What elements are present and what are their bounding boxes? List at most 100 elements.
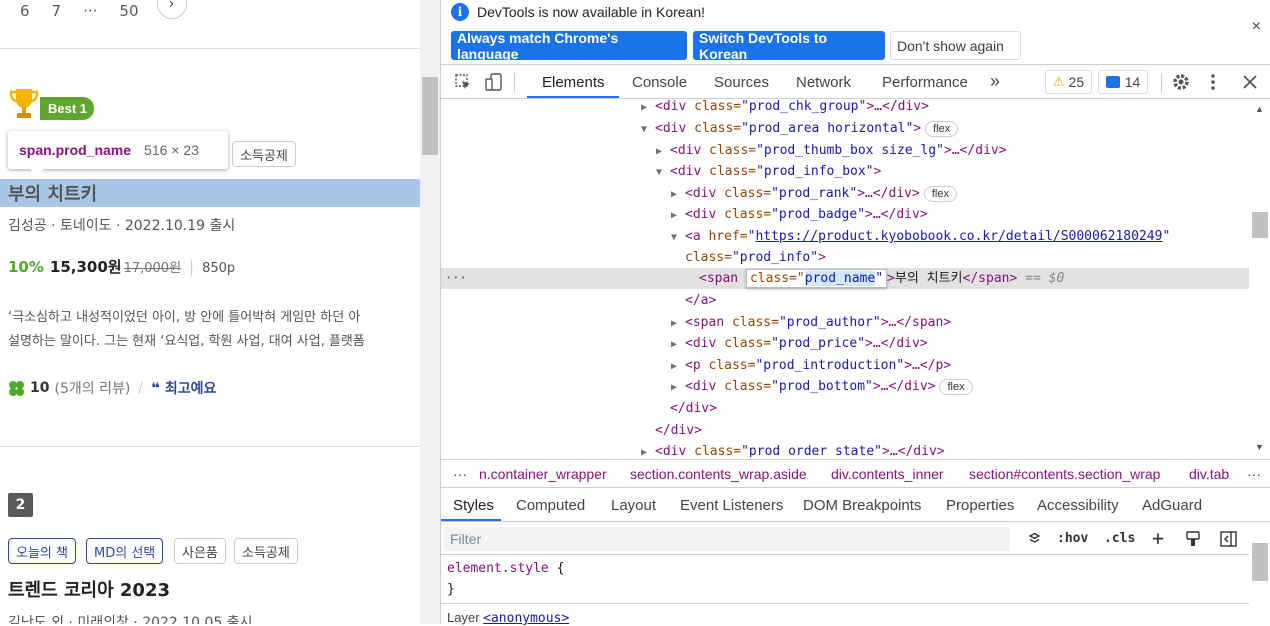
attribute-edit-box[interactable]: class="prod_name" <box>745 269 888 288</box>
dom-node-close[interactable]: </div> <box>655 420 702 441</box>
clover-icon <box>9 380 24 396</box>
scroll-down-arrow-icon[interactable]: ▼ <box>1255 442 1264 452</box>
discount-rate: 10% <box>8 258 44 276</box>
flex-badge[interactable]: flex <box>939 378 973 395</box>
flex-badge[interactable]: flex <box>923 185 957 202</box>
tab-sources[interactable]: Sources <box>714 74 769 91</box>
switch-to-korean-button[interactable]: Switch DevTools to Korean <box>693 30 885 62</box>
issues-counter[interactable]: 14 <box>1098 70 1148 94</box>
tag-gift[interactable]: 사은품 <box>174 538 226 564</box>
settings-gear-icon[interactable] <box>1172 73 1190 91</box>
flex-badge[interactable]: flex <box>925 120 959 137</box>
dom-node[interactable]: ▶ <div class="prod_bottom">…</div> flex <box>671 376 973 397</box>
webpage-panel: 6 7 ··· 50 › Best 1 소득공제 부의 치트키 span.pro… <box>0 0 440 624</box>
more-options-icon[interactable] <box>1210 73 1216 91</box>
breadcrumb: ··· n.container_wrapper section.contents… <box>441 459 1270 488</box>
dom-node[interactable]: ▶ <div class="prod_price">…</div> <box>671 333 928 354</box>
tab-elements[interactable]: Elements <box>542 74 605 91</box>
tag-tax-deduction[interactable]: 소득공제 <box>234 538 298 564</box>
breadcrumb-more-icon[interactable]: ··· <box>1247 466 1261 482</box>
page-scrollbar[interactable] <box>420 0 440 624</box>
dom-node[interactable]: ▼ <div class="prod_area horizontal"> flex <box>641 118 959 139</box>
styles-filter-input[interactable]: Filter <box>444 527 1010 551</box>
review-count[interactable]: (5개의 리뷰) <box>54 378 130 398</box>
breadcrumb-item[interactable]: section#contents.section_wrap <box>969 466 1160 482</box>
page-6-link[interactable]: 6 <box>20 2 30 20</box>
tab-dom-breakpoints[interactable]: DOM Breakpoints <box>803 497 921 514</box>
tab-properties[interactable]: Properties <box>946 497 1014 514</box>
dom-node-close[interactable]: </div> <box>670 398 717 419</box>
divider <box>441 603 1249 604</box>
scrollbar-thumb[interactable] <box>1252 543 1268 581</box>
close-infobar-icon[interactable]: × <box>1252 18 1261 36</box>
breadcrumb-item[interactable]: div.contents_inner <box>831 466 944 482</box>
tab-network[interactable]: Network <box>796 74 851 91</box>
tab-performance[interactable]: Performance <box>882 74 968 91</box>
dom-node[interactable]: ▶ <span class="prod_author">…</span> <box>671 312 951 333</box>
divider <box>0 446 420 447</box>
dom-node[interactable]: ▶ <div class="prod_badge">…</div> <box>671 204 928 225</box>
dom-node[interactable]: ▶ <div class="prod_order_state">…</div> <box>641 441 945 457</box>
paint-brush-icon[interactable] <box>1185 531 1201 547</box>
breadcrumb-item[interactable]: n.container_wrapper <box>479 466 607 482</box>
tag-md-pick[interactable]: MD의 선택 <box>86 538 164 564</box>
page-50-link[interactable]: 50 <box>119 2 138 20</box>
more-tabs-icon[interactable]: » <box>990 71 1000 92</box>
tag-today-book[interactable]: 오늘의 책 <box>8 538 76 564</box>
language-infobar: i DevTools is now available in Korean! A… <box>441 0 1270 65</box>
dom-node[interactable]: ▼ <a href="https://product.kyobobook.co.k… <box>671 226 1170 247</box>
page-7-link[interactable]: 7 <box>52 2 62 20</box>
tab-layout[interactable]: Layout <box>611 497 656 514</box>
active-tab-indicator <box>527 96 619 98</box>
close-devtools-icon[interactable] <box>1243 75 1257 89</box>
dom-node[interactable]: ▶ <div class="prod_chk_group">…</div> <box>641 100 929 117</box>
warnings-counter[interactable]: ⚠ 25 <box>1045 70 1092 94</box>
tab-styles[interactable]: Styles <box>453 497 494 514</box>
scroll-up-arrow-icon[interactable]: ▲ <box>1255 104 1264 114</box>
dom-node[interactable]: ▶ <div class="prod_rank">…</div> flex <box>671 183 957 204</box>
dom-node-close[interactable]: </a> <box>685 290 716 311</box>
tooltip-selector: span.prod_name <box>19 142 132 158</box>
toggle-element-state-icon[interactable] <box>1028 532 1041 545</box>
styles-pane: element.style { } Layer <anonymous> <box>441 556 1249 626</box>
product-link[interactable]: https://product.kyobobook.co.kr/detail/S… <box>755 229 1162 244</box>
breadcrumb-item[interactable]: section.contents_wrap.aside <box>630 466 807 482</box>
dom-tree-scrollbar[interactable]: ▲ ▼ <box>1249 100 1270 457</box>
node-actions-icon[interactable]: ··· <box>445 268 467 289</box>
tag-tax-deduction[interactable]: 소득공제 <box>232 141 296 167</box>
dont-show-again-button[interactable]: Don't show again <box>890 31 1021 60</box>
dom-node-selected[interactable]: <span class="prod_name" >부의 치트키</span> ==… <box>699 268 1064 289</box>
device-toolbar-icon[interactable] <box>485 73 503 92</box>
book-title[interactable]: 트렌드 코리아 2023 <box>8 576 170 602</box>
scrollbar-thumb[interactable] <box>422 77 438 155</box>
dom-node[interactable]: ▼ <div class="prod_info_box"> <box>656 161 881 182</box>
tab-event-listeners[interactable]: Event Listeners <box>680 497 783 514</box>
sidebar-tabs: Styles Computed Layout Event Listeners D… <box>441 489 1270 522</box>
next-page-button[interactable]: › <box>156 0 187 19</box>
book-title[interactable]: 부의 치트키 <box>8 180 97 206</box>
tab-console[interactable]: Console <box>632 74 687 91</box>
review-rating: 10 <box>30 380 50 396</box>
tab-computed[interactable]: Computed <box>516 497 585 514</box>
hover-state-toggle[interactable]: :hov <box>1057 531 1088 546</box>
breadcrumb-item[interactable]: div.tab <box>1189 466 1229 482</box>
inspect-tooltip: span.prod_name 516 × 23 <box>8 131 228 176</box>
styles-scrollbar[interactable] <box>1249 523 1270 624</box>
new-style-rule-icon[interactable]: + <box>1152 526 1164 550</box>
inspect-element-icon[interactable] <box>455 74 472 91</box>
scrollbar-thumb[interactable] <box>1252 212 1268 238</box>
message-icon <box>1105 76 1120 88</box>
breadcrumb-more-icon[interactable]: ··· <box>453 466 467 482</box>
dom-node-attr[interactable]: class="prod_info"> <box>685 247 826 268</box>
always-match-language-button[interactable]: Always match Chrome's language <box>451 30 687 62</box>
element-style-rule[interactable]: element.style { <box>447 561 564 576</box>
tab-accessibility[interactable]: Accessibility <box>1037 497 1119 514</box>
dom-node[interactable]: ▶ <div class="prod_thumb_box size_lg">…</… <box>656 140 1007 161</box>
tab-adguard[interactable]: AdGuard <box>1142 497 1202 514</box>
warnings-count: 25 <box>1068 74 1085 90</box>
dom-node[interactable]: ▶ <p class="prod_introduction">…</p> <box>671 355 951 376</box>
price-separator: | <box>189 258 195 276</box>
book-meta: 김난도 외 · 미래의창 · 2022.10.05 출시 <box>8 615 253 624</box>
class-toggle[interactable]: .cls <box>1104 531 1135 546</box>
toggle-sidebar-icon[interactable] <box>1220 531 1237 547</box>
